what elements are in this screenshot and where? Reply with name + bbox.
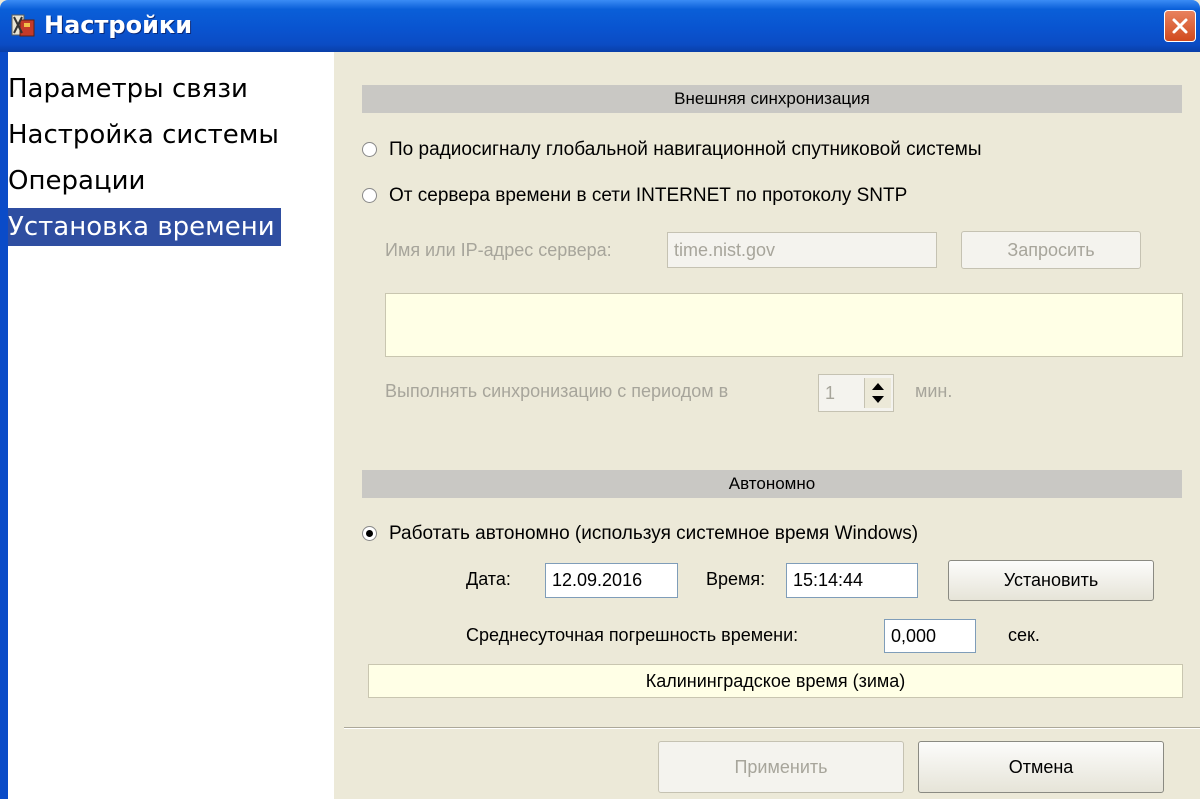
radio-gnss[interactable] [362,142,377,157]
daily-error-label: Среднесуточная погрешность времени: [466,625,799,645]
close-button[interactable] [1164,10,1196,42]
sidebar-item-time-setting[interactable]: Установка времени [8,208,281,246]
external-sync-header: Внешняя синхронизация [362,85,1182,113]
title-bar[interactable]: Настройки [0,0,1200,52]
sidebar-item-operations[interactable]: Операции [8,162,145,200]
window-frame-left [0,52,8,799]
server-address-input[interactable]: time.nist.gov [667,232,937,268]
date-label: Дата: [466,569,511,589]
radio-sntp[interactable] [362,188,377,203]
timezone-display: Калининградское время (зима) [368,664,1183,698]
autonomous-header: Автономно [362,470,1182,498]
radio-row-gnss[interactable]: По радиосигналу глобальной навигационной… [362,139,981,161]
daily-error-input[interactable]: 0,000 [884,619,976,653]
set-time-button[interactable]: Установить [948,560,1154,601]
settings-app-icon [10,12,38,40]
radio-row-autonomous[interactable]: Работать автономно (используя системное … [362,523,918,545]
spin-up-down-icon [872,383,884,403]
radio-autonomous-label: Работать автономно (используя системное … [389,523,919,544]
settings-sidebar: Параметры связи Настройка системы Операц… [8,52,334,799]
footer-divider [344,727,1200,729]
sidebar-item-system-settings[interactable]: Настройка системы [8,116,279,154]
sync-status-box [385,293,1183,357]
cancel-button[interactable]: Отмена [918,741,1164,793]
request-button[interactable]: Запросить [961,231,1141,269]
radio-autonomous[interactable] [362,526,377,541]
sync-period-label: Выполнять синхронизацию с периодом в [385,381,729,401]
radio-row-sntp[interactable]: От сервера времени в сети INTERNET по пр… [362,185,907,207]
date-input[interactable]: 12.09.2016 [545,563,678,598]
daily-error-unit: сек. [1008,625,1040,645]
radio-gnss-label: По радиосигналу глобальной навигационной… [389,139,982,160]
sync-period-value: 1 [825,383,836,403]
spinner-arrows[interactable] [864,378,891,408]
radio-sntp-label: От сервера времени в сети INTERNET по пр… [389,185,908,206]
time-input[interactable]: 15:14:44 [786,563,918,598]
sync-period-unit: мин. [915,381,953,401]
close-icon [1172,18,1188,34]
server-address-label: Имя или IP-адрес сервера: [385,240,612,260]
window-title: Настройки [44,11,193,39]
apply-button[interactable]: Применить [658,741,904,793]
time-label: Время: [706,569,766,589]
sidebar-item-connection-params[interactable]: Параметры связи [8,70,248,108]
